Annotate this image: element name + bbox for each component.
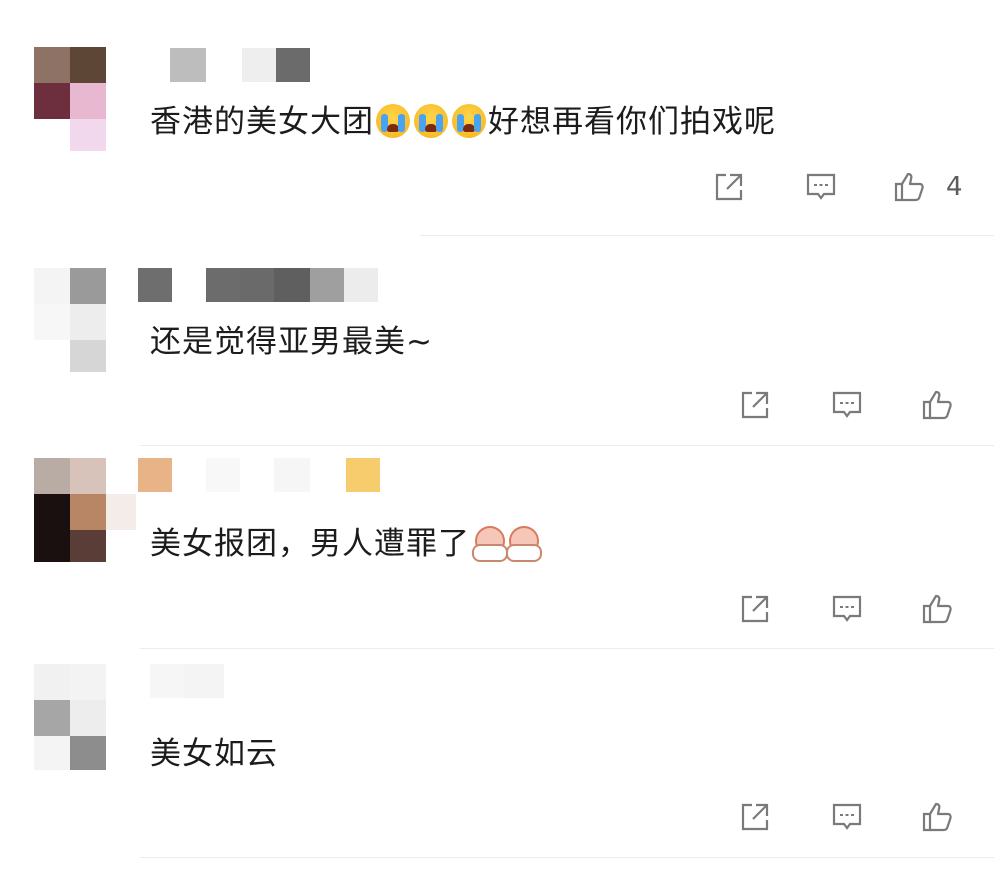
avatar[interactable]: [34, 458, 136, 568]
avatar[interactable]: [34, 664, 106, 774]
like-icon[interactable]: [920, 592, 954, 626]
like-icon[interactable]: [892, 170, 926, 204]
crying-face-icon: [452, 104, 486, 138]
comment-icon[interactable]: [830, 388, 864, 422]
share-icon[interactable]: [738, 800, 772, 834]
share-icon[interactable]: [738, 592, 772, 626]
comment-actions: [738, 388, 968, 424]
like-icon[interactable]: [920, 388, 954, 422]
comment-actions: [738, 592, 968, 628]
comment-icon[interactable]: [830, 800, 864, 834]
crying-face-icon: [414, 104, 448, 138]
comment-actions: [738, 800, 968, 836]
username-redacted[interactable]: [138, 458, 382, 492]
divider: [140, 445, 994, 446]
comment-icon[interactable]: [830, 592, 864, 626]
divider: [420, 235, 994, 236]
divider: [140, 648, 994, 649]
comment-icon[interactable]: [804, 170, 838, 204]
share-icon[interactable]: [738, 388, 772, 422]
shy-face-icon: [506, 526, 542, 562]
crying-face-icon: [376, 104, 410, 138]
comment-actions: 4: [712, 170, 972, 206]
divider: [140, 857, 994, 858]
comment-text: 香港的美女大团 好想再看你们拍戏呢: [150, 104, 776, 140]
share-icon[interactable]: [712, 170, 746, 204]
shy-face-icon: [472, 526, 508, 562]
username-redacted[interactable]: [150, 664, 240, 698]
username-redacted[interactable]: [170, 48, 310, 82]
avatar[interactable]: [34, 47, 106, 157]
username-redacted[interactable]: [138, 268, 382, 302]
comment-text: 美女报团，男人遭罪了: [150, 524, 542, 564]
like-count: 4: [946, 172, 963, 202]
avatar[interactable]: [34, 268, 106, 378]
like-icon[interactable]: [920, 800, 954, 834]
comment-text: 还是觉得亚男最美~: [150, 324, 433, 360]
comment-text: 美女如云: [150, 736, 278, 772]
